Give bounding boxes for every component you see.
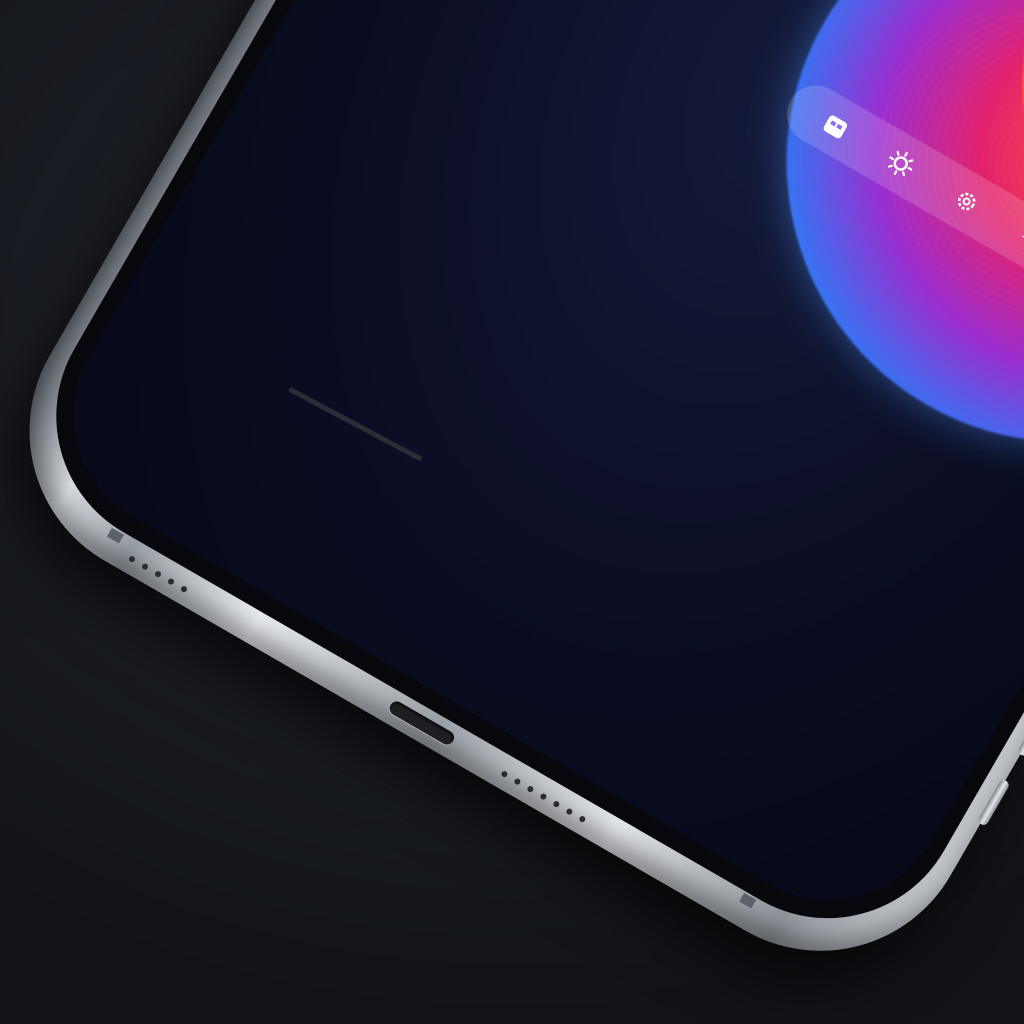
calendar-icon[interactable]: [816, 107, 854, 145]
gear-icon[interactable]: [947, 182, 985, 220]
smartphone: [0, 0, 1024, 1006]
home-indicator[interactable]: [287, 386, 423, 462]
product-photo-scene: [0, 0, 1024, 1024]
sun-icon[interactable]: [882, 145, 920, 183]
airplane-icon[interactable]: [1013, 220, 1024, 258]
speaker-grille-left: [127, 555, 189, 594]
